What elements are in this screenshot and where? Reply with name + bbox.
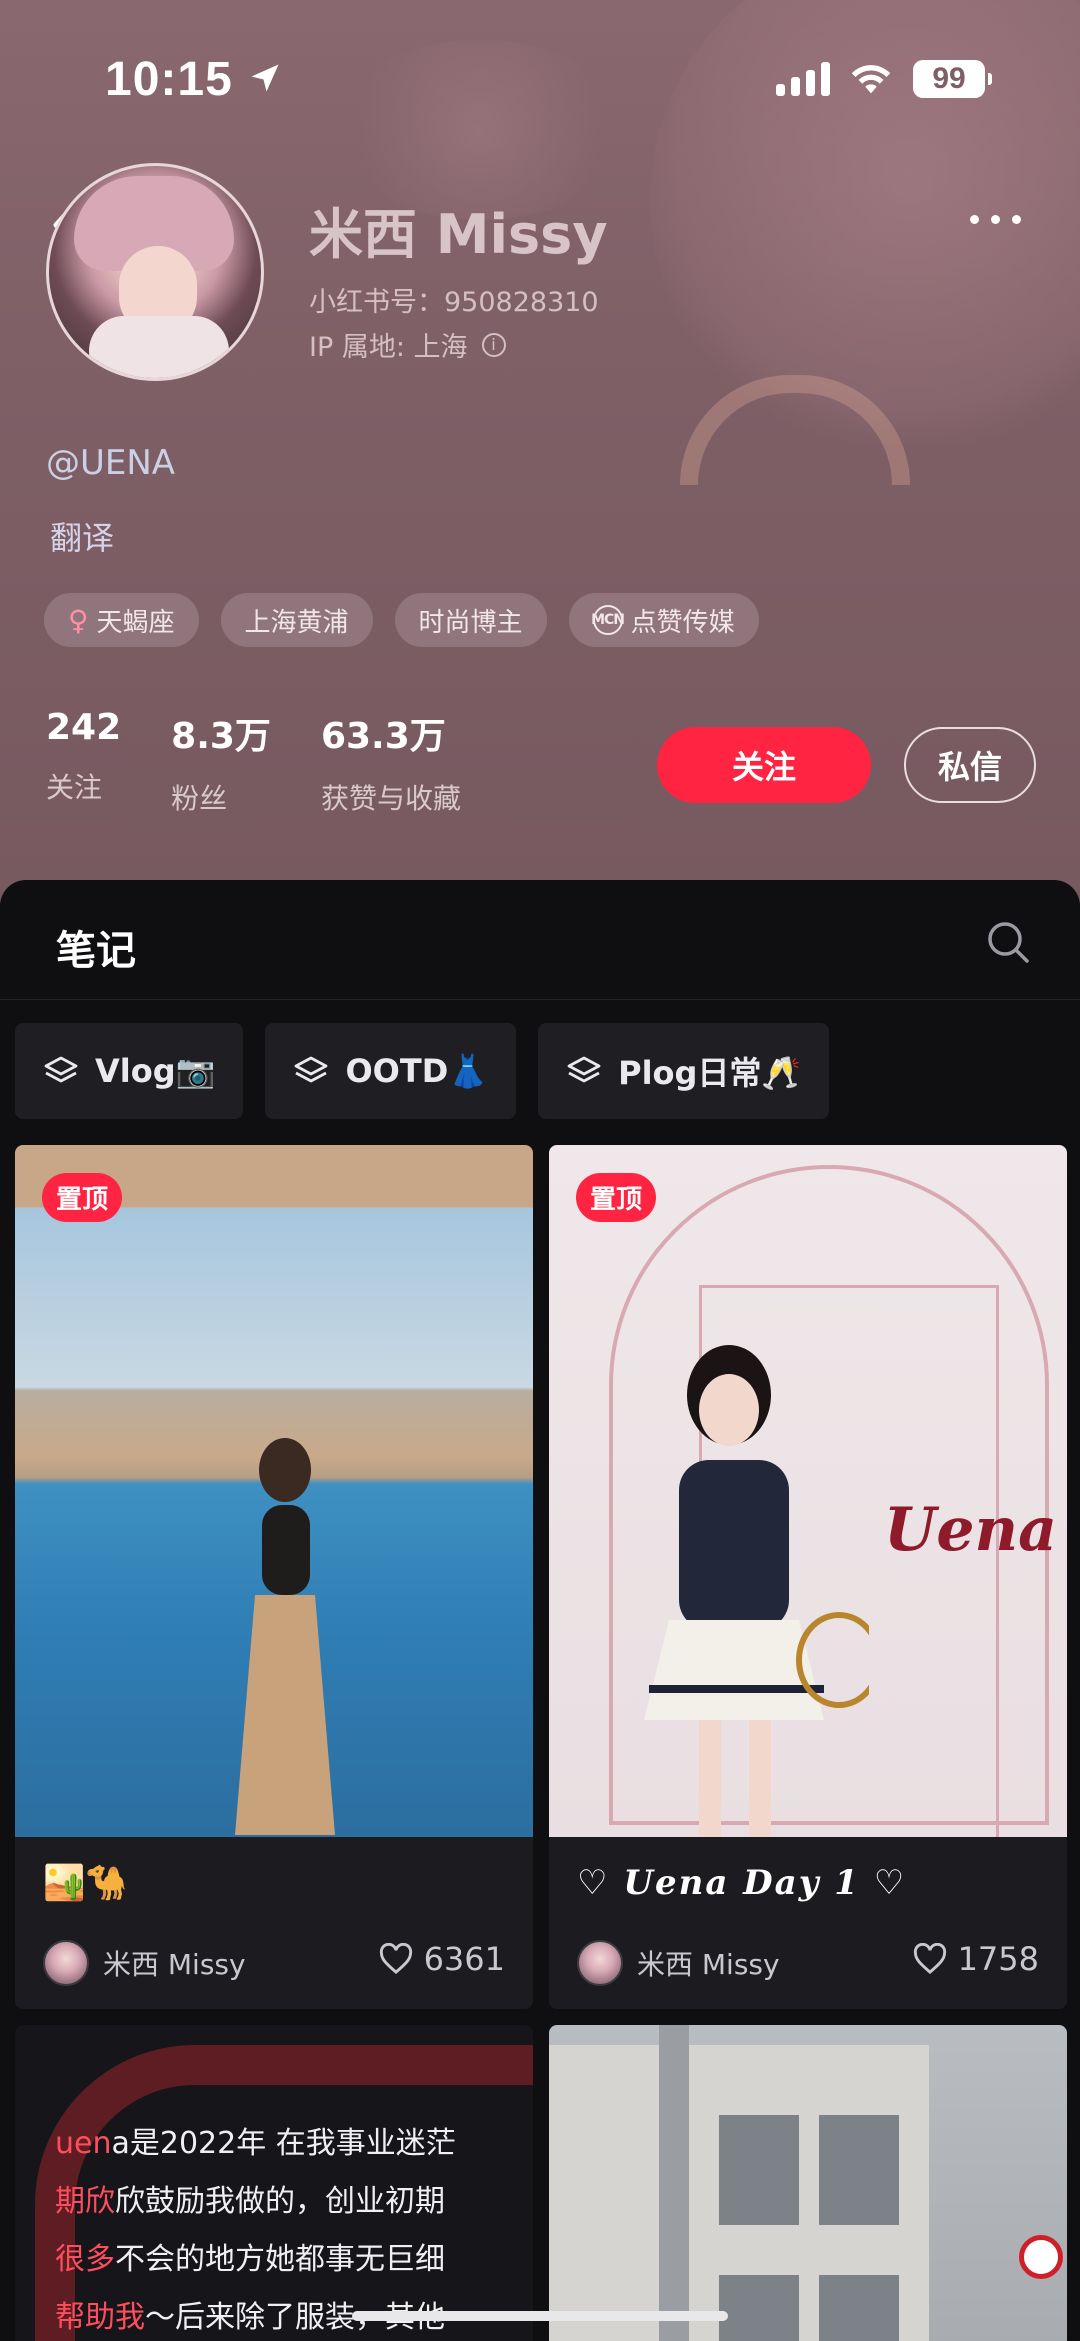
notes-header: 笔记 xyxy=(0,880,1080,1000)
author-name: 米西 Missy xyxy=(637,1948,780,1981)
red-id: 小红书号：950828310 xyxy=(309,287,599,318)
layers-icon xyxy=(44,1056,78,1083)
tag-label: 天蝎座 xyxy=(96,607,175,638)
more-options-icon[interactable] xyxy=(970,215,1021,224)
collections-row: Vlog📷 OOTD👗 Plog日常🥂 xyxy=(15,1023,830,1119)
author-avatar xyxy=(43,1940,89,1986)
collection-label: Plog日常🥂 xyxy=(618,1054,802,1092)
follow-button[interactable]: 关注 xyxy=(657,727,871,803)
author-avatar xyxy=(577,1940,623,1986)
brand-logo: Uena xyxy=(884,1495,1057,1565)
wifi-icon xyxy=(851,65,891,94)
collection-plog[interactable]: Plog日常🥂 xyxy=(538,1023,830,1119)
stat-label: 获赞与收藏 xyxy=(320,782,461,815)
likes-count: 1758 xyxy=(957,1940,1039,1978)
pinned-badge: 置顶 xyxy=(576,1173,657,1222)
stat-likes-collections[interactable]: 63.3万 获赞与收藏 xyxy=(321,707,461,817)
note-card[interactable]: Uena 置顶 ♡ Uena Day 1 ♡ 米西 Missy 1758 xyxy=(549,1145,1067,2009)
profile-description: 翻译 xyxy=(50,519,115,557)
profile-handle: @UENA xyxy=(46,443,176,483)
note-likes[interactable]: 6361 xyxy=(378,1940,505,1978)
mcn-icon: MCN xyxy=(591,605,625,635)
stat-followers[interactable]: 8.3万 粉丝 xyxy=(171,707,271,817)
female-icon: ♀ xyxy=(68,603,89,637)
cellular-signal-icon xyxy=(776,60,830,96)
status-time: 10:15 xyxy=(105,53,233,106)
stat-label: 关注 xyxy=(46,771,103,804)
note-card-text[interactable]: uena是2022年 在我事业迷茫 期欣欣鼓励我做的，创业初期 很多不会的地方她… xyxy=(15,2025,533,2341)
tag-category[interactable]: 时尚博主 xyxy=(394,593,547,647)
status-bar: 10:15 99 xyxy=(0,0,1080,150)
collection-ootd[interactable]: OOTD👗 xyxy=(265,1023,517,1119)
location-arrow-icon xyxy=(251,64,279,92)
collection-label: OOTD👗 xyxy=(345,1052,489,1090)
tab-notes[interactable]: 笔记 xyxy=(56,918,136,976)
collection-label: Vlog📷 xyxy=(95,1052,216,1090)
note-author[interactable]: 米西 Missy xyxy=(577,1940,780,1986)
note-cover-image xyxy=(549,2025,1067,2341)
avatar[interactable] xyxy=(46,163,264,381)
tag-label: 上海黄浦 xyxy=(244,607,349,638)
heart-icon xyxy=(913,1943,946,1975)
tag-label: 点赞传媒 xyxy=(630,607,735,638)
home-indicator[interactable] xyxy=(352,2311,728,2321)
traffic-sign-icon xyxy=(1019,2235,1063,2279)
message-button[interactable]: 私信 xyxy=(904,727,1036,803)
tag-zodiac[interactable]: ♀ 天蝎座 xyxy=(44,593,199,647)
notes-panel: 笔记 Vlog📷 OOTD👗 Plog日常🥂 置顶 🏜️🐪 米西 Missy 6… xyxy=(0,880,1080,2341)
search-icon[interactable] xyxy=(984,918,1032,966)
note-text-body: uena是2022年 在我事业迷茫 期欣欣鼓励我做的，创业初期 很多不会的地方她… xyxy=(55,2115,515,2341)
note-author[interactable]: 米西 Missy xyxy=(43,1940,246,1986)
tag-location[interactable]: 上海黄浦 xyxy=(220,593,373,647)
pinned-badge: 置顶 xyxy=(42,1173,123,1222)
battery-icon: 99 xyxy=(913,60,992,98)
author-name: 米西 Missy xyxy=(103,1948,246,1981)
text-line: 期欣欣鼓励我做的，创业初期 xyxy=(55,2184,445,2219)
note-cover-image: Uena xyxy=(549,1145,1067,1837)
text-line: 很多不会的地方她都事无巨细 xyxy=(55,2242,445,2277)
heart-icon xyxy=(379,1943,412,1975)
note-title: 🏜️🐪 xyxy=(43,1863,128,1903)
ip-location: IP 属地: 上海 i xyxy=(309,325,506,364)
note-card[interactable]: 置顶 🏜️🐪 米西 Missy 6361 xyxy=(15,1145,533,2009)
note-title: ♡ Uena Day 1 ♡ xyxy=(577,1863,907,1903)
layers-icon xyxy=(567,1056,601,1083)
profile-header: 10:15 99 米西 Missy 小红书号：950828310 IP 属地: … xyxy=(0,0,1080,960)
note-likes[interactable]: 1758 xyxy=(912,1940,1039,1978)
text-line: uena是2022年 在我事业迷茫 xyxy=(55,2126,456,2161)
tag-label: 时尚博主 xyxy=(418,607,523,638)
likes-count: 6361 xyxy=(423,1940,505,1978)
stat-value: 8.3万 xyxy=(171,716,271,757)
note-cover-image xyxy=(15,1145,533,1837)
collection-vlog[interactable]: Vlog📷 xyxy=(15,1023,244,1119)
nickname: 米西 Missy xyxy=(309,203,608,266)
stat-following[interactable]: 242 关注 xyxy=(46,707,121,817)
stat-value: 242 xyxy=(46,707,122,748)
profile-stats: 242 关注 8.3万 粉丝 63.3万 获赞与收藏 xyxy=(46,707,511,817)
note-card[interactable] xyxy=(549,2025,1067,2341)
tag-mcn[interactable]: MCN 点赞传媒 xyxy=(568,593,759,647)
info-icon[interactable]: i xyxy=(481,332,506,357)
ip-location-text: IP 属地: 上海 xyxy=(309,332,468,363)
stat-label: 粉丝 xyxy=(171,782,228,815)
layers-icon xyxy=(295,1056,328,1083)
stat-value: 63.3万 xyxy=(320,716,446,757)
profile-tags: ♀ 天蝎座 上海黄浦 时尚博主 MCN 点赞传媒 xyxy=(44,593,759,647)
